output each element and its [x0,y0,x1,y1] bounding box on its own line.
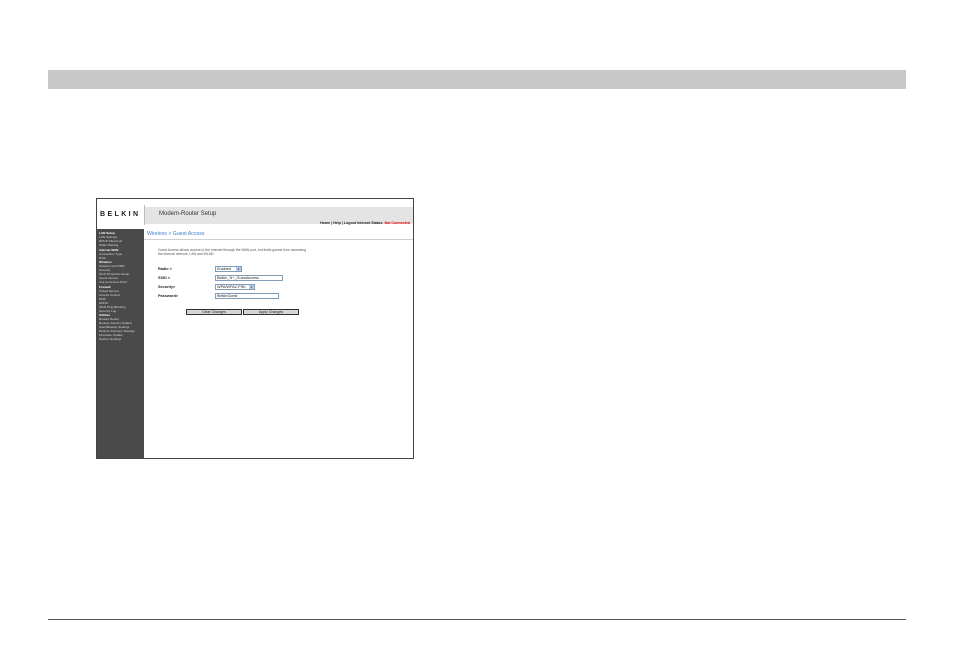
link-separator: | [331,221,333,225]
page-footer-rule [48,619,906,620]
ssid-input[interactable]: Belkin_N+_GuestAccess [215,275,283,281]
radio-select[interactable]: Enabled ▾ [215,266,242,272]
breadcrumb: Wireless > Guest Access [147,231,205,237]
router-ui-screenshot: BELKIN Modem-Router Setup Home | Help | … [96,198,414,459]
main-panel: Wireless > Guest Access Guest Access all… [144,229,413,458]
header-links: Home | Help | Logout Internet Status: No… [320,221,410,225]
apply-changes-button[interactable]: Apply Changes [243,309,299,315]
chevron-down-icon: ▾ [236,267,241,271]
radio-select-value: Enabled [217,267,231,271]
security-select-value: WPA/WPA2-PSK [217,285,246,289]
sidebar-nav: LAN Setup LAN Settings DHCP Client List Sta… [97,229,144,458]
security-select[interactable]: WPA/WPA2-PSK ▾ [215,284,255,290]
sidebar-item[interactable]: DNS [97,256,144,260]
internet-status-value: Not Connected [384,221,410,225]
password-label: Password> [158,294,179,298]
breadcrumb-divider [144,239,413,240]
ssid-label: SSID > [158,276,171,280]
page-header-band [48,70,906,89]
home-link[interactable]: Home [320,221,330,225]
help-link[interactable]: Help [333,221,341,225]
radio-label: Radio > [158,267,172,271]
chevron-down-icon: ▾ [249,285,254,289]
sidebar-item[interactable]: Security Log [97,309,144,313]
logout-link[interactable]: Logout [344,221,356,225]
router-header: BELKIN Modem-Router Setup Home | Help | … [97,199,413,229]
guest-access-description: Guest Access allows access to the Intern… [158,248,306,257]
sidebar-item[interactable]: System Settings [97,337,144,341]
link-separator: | [341,221,343,225]
clear-changes-button[interactable]: Clear Changes [186,309,242,315]
security-label: Security> [158,285,176,289]
belkin-logo: BELKIN [100,211,141,218]
password-input[interactable]: BelkinGuest [215,293,279,299]
sidebar-item[interactable]: Use as Access Point [97,280,144,284]
sidebar-item[interactable]: Static Routing [97,243,144,247]
header-title: Modem-Router Setup [159,211,217,217]
internet-status-label: Internet Status: [357,221,384,225]
